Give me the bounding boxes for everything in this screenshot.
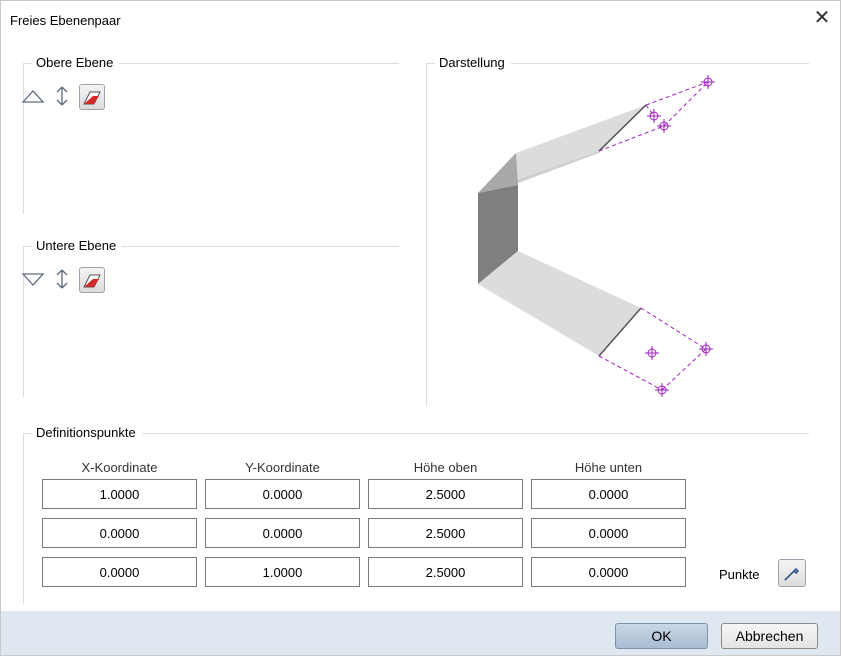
definition-point-markers [645,75,715,397]
double-arrow-vertical-icon[interactable] [55,85,69,110]
cancel-button[interactable]: Abbrechen [721,623,818,649]
double-arrow-vertical-icon[interactable] [55,268,69,293]
triangle-down-icon[interactable] [21,271,45,290]
close-icon[interactable]: ✕ [810,7,834,31]
points-label: Punkte [719,567,760,582]
point-marker [657,119,671,133]
y-coordinate-field[interactable] [205,479,360,509]
pick-points-button[interactable] [778,559,806,587]
definition-points-label: Definitionspunkte [32,425,142,441]
height-top-field[interactable] [368,518,523,548]
dialog: Freies Ebenenpaar ✕ Obere Ebene Untere E… [0,0,841,656]
point-marker [647,109,661,123]
eyedropper-icon [784,567,800,581]
window-title: Freies Ebenenpaar [10,13,121,28]
preview-canvas [478,75,715,397]
column-header-height-bottom: Höhe unten [574,460,643,475]
lower-slab-top [478,251,641,356]
column-header-height-top: Höhe oben [413,460,478,475]
column-header-x: X-Koordinate [81,460,158,475]
upper-plane-label: Obere Ebene [32,55,120,71]
column-header-y: Y-Koordinate [245,460,320,475]
height-bottom-field[interactable] [531,557,686,587]
point-marker [645,346,659,360]
point-marker [701,75,715,89]
y-coordinate-field[interactable] [205,557,360,587]
lower-plane-label: Untere Ebene [32,238,123,254]
upper-plane-toolbar [21,83,105,111]
x-coordinate-field[interactable] [42,518,197,548]
height-top-field[interactable] [368,479,523,509]
height-bottom-field[interactable] [531,479,686,509]
height-bottom-field[interactable] [531,518,686,548]
footer-bar [1,611,840,655]
height-top-field[interactable] [368,557,523,587]
point-marker [699,342,713,356]
x-coordinate-field[interactable] [42,479,197,509]
plane-red-icon[interactable] [79,84,105,110]
x-coordinate-field[interactable] [42,557,197,587]
ok-button[interactable]: OK [615,623,708,649]
lower-plane-toolbar [21,266,105,294]
y-coordinate-field[interactable] [205,518,360,548]
triangle-up-icon[interactable] [21,88,45,107]
point-marker [655,383,669,397]
plane-red-icon[interactable] [79,267,105,293]
